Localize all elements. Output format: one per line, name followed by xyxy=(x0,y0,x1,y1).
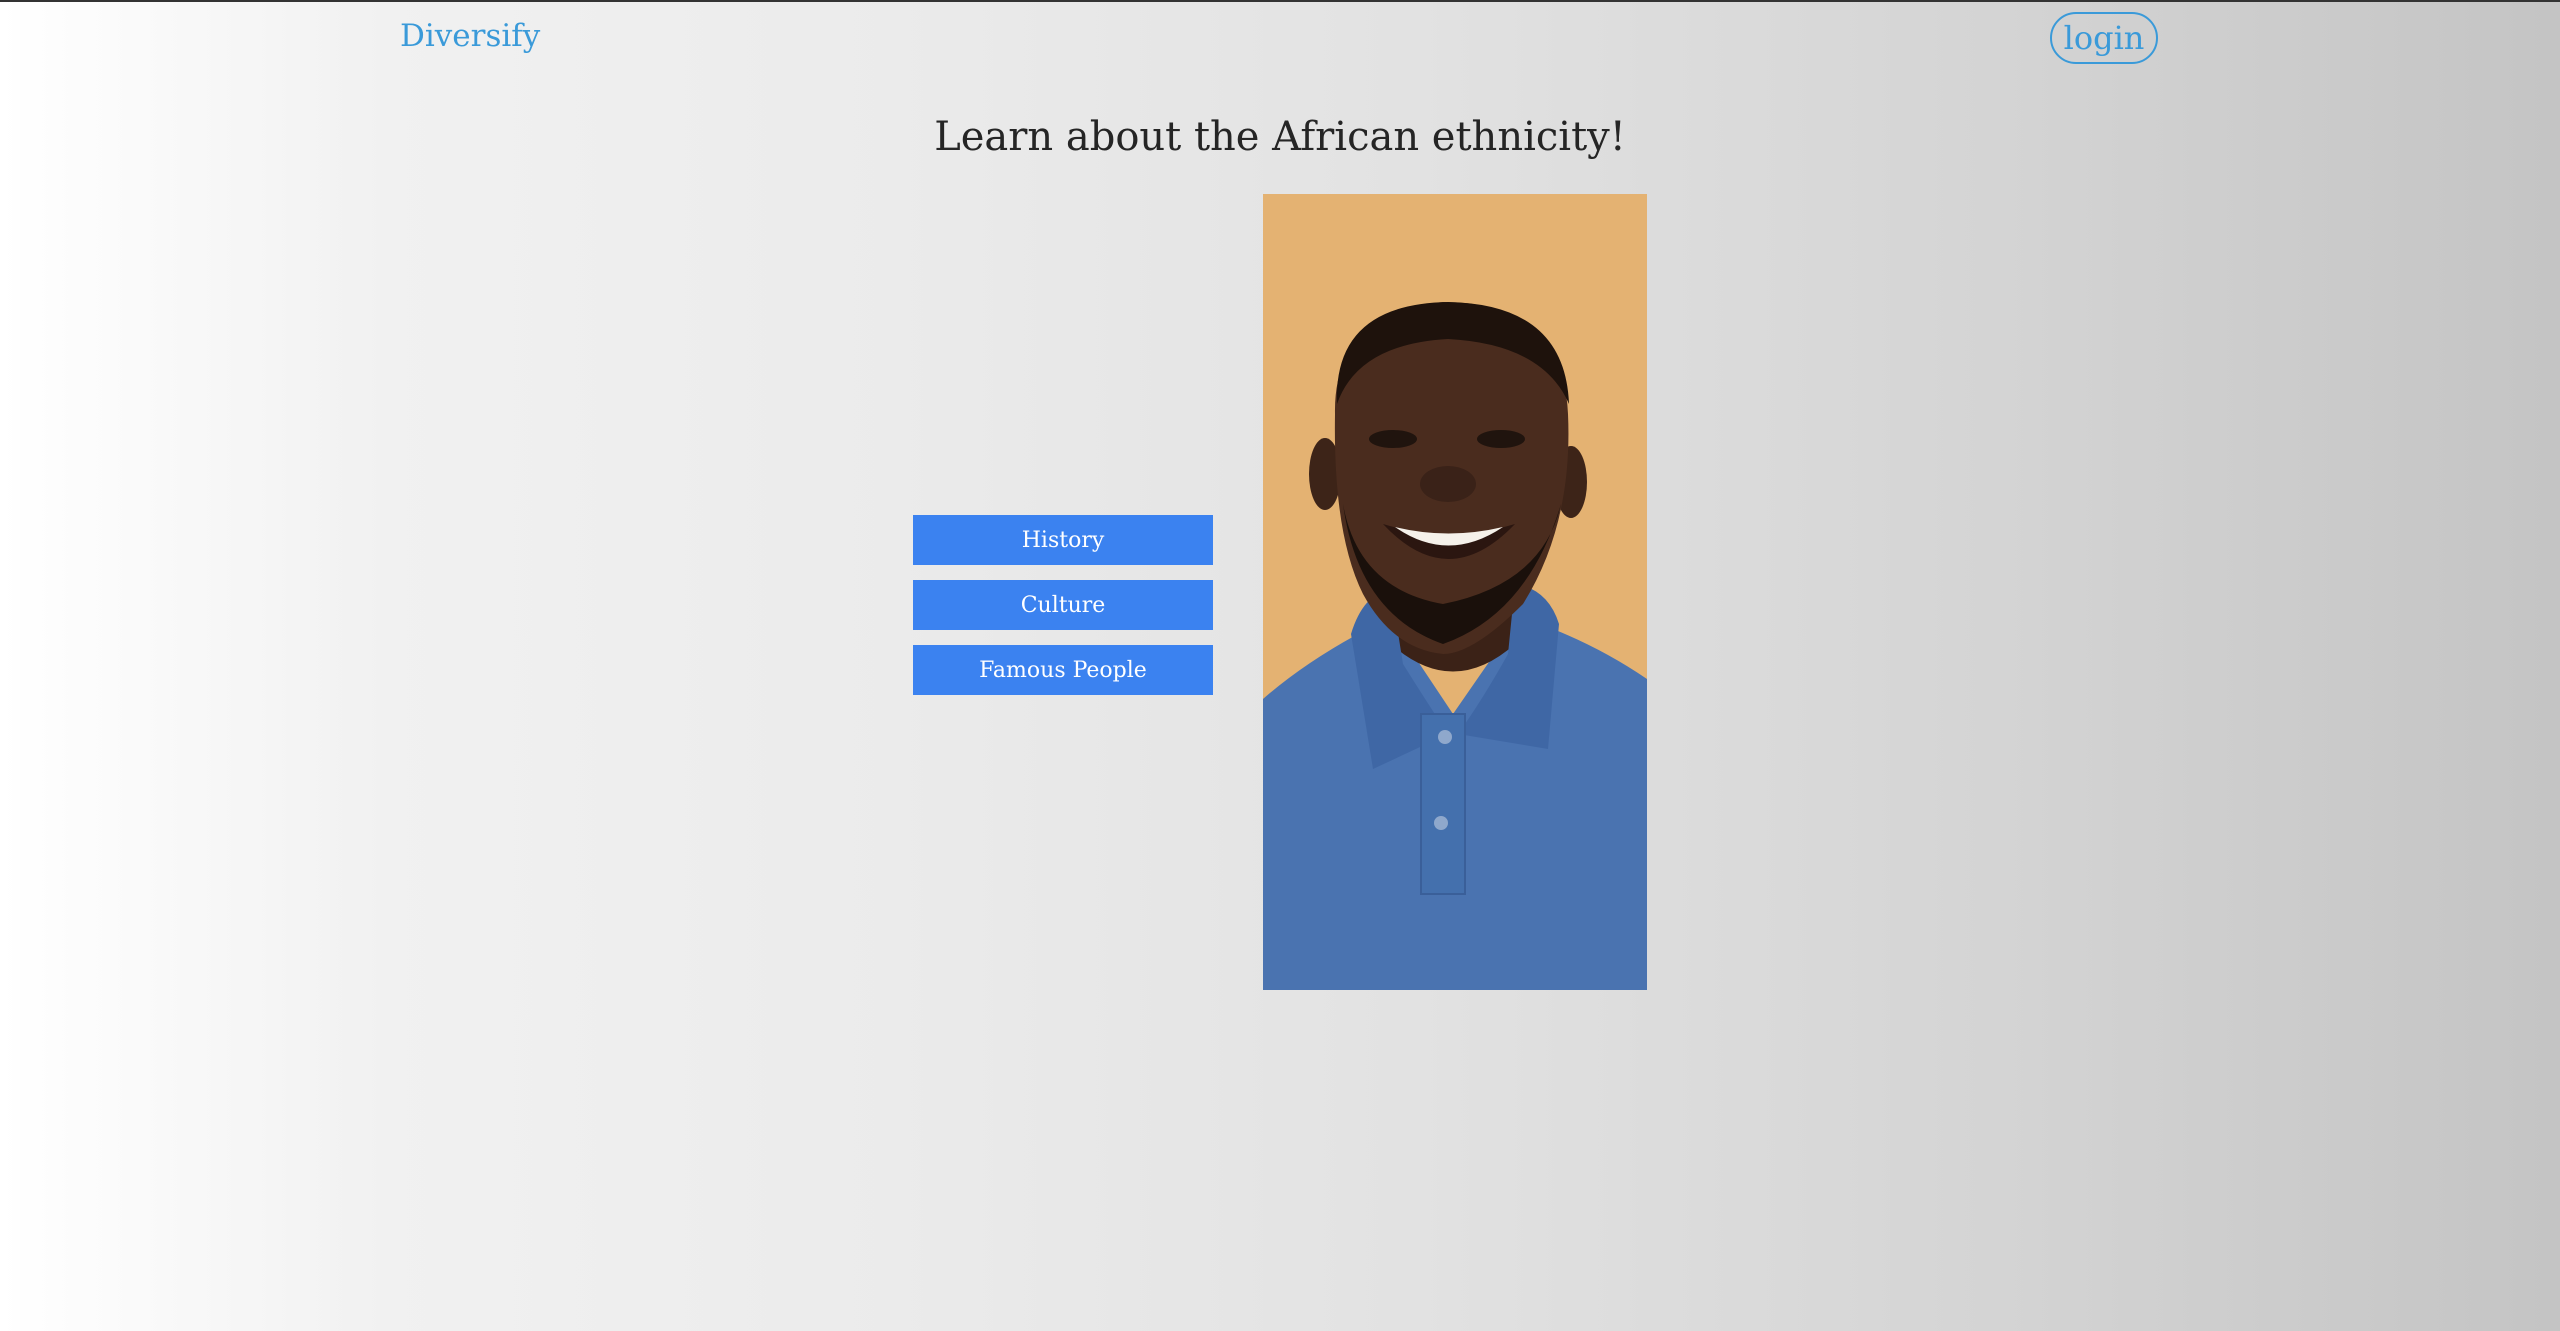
portrait-image xyxy=(1263,194,1647,990)
history-button[interactable]: History xyxy=(913,515,1213,565)
brand-logo-link[interactable]: Diversify xyxy=(400,18,540,54)
login-button[interactable]: login xyxy=(2050,12,2158,64)
topic-menu: History Culture Famous People xyxy=(913,515,1213,710)
page-title: Learn about the African ethnicity! xyxy=(934,114,1626,160)
culture-button[interactable]: Culture xyxy=(913,580,1213,630)
famous-people-button[interactable]: Famous People xyxy=(913,645,1213,695)
